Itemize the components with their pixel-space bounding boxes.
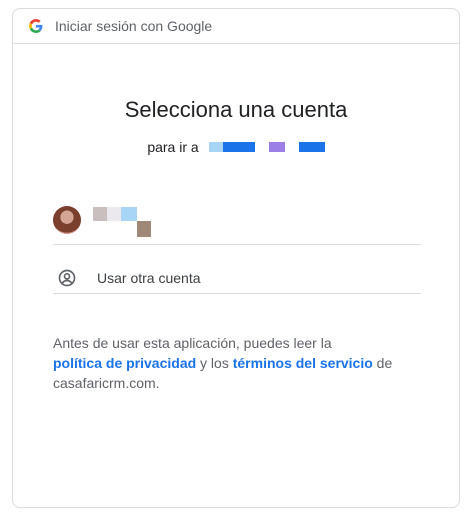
disclaimer-domain: casafaricrm.com.	[53, 375, 160, 391]
google-g-icon	[29, 19, 43, 33]
subtitle-prefix: para ir a	[147, 139, 199, 155]
account-circle-icon	[58, 269, 76, 287]
use-another-account-button[interactable]: Usar otra cuenta	[53, 254, 421, 302]
use-another-account-label: Usar otra cuenta	[97, 270, 201, 286]
header: Iniciar sesión con Google	[13, 9, 459, 44]
divider	[53, 293, 421, 294]
disclaimer-text: Antes de usar esta aplicación, puedes le…	[53, 335, 332, 351]
privacy-policy-link[interactable]: política de privacidad	[53, 355, 196, 371]
redacted-account-info	[93, 202, 163, 238]
user-avatar	[53, 206, 81, 234]
terms-of-service-link[interactable]: términos del servicio	[233, 355, 373, 371]
divider	[53, 244, 421, 245]
subtitle: para ir a	[13, 139, 459, 155]
redacted-app-name	[208, 142, 325, 152]
header-title: Iniciar sesión con Google	[55, 18, 213, 34]
disclaimer-text: y los	[196, 355, 233, 371]
disclaimer-text: de	[372, 355, 393, 371]
account-item[interactable]	[53, 195, 421, 245]
sign-in-card: Iniciar sesión con Google Selecciona una…	[12, 8, 460, 508]
disclaimer: Antes de usar esta aplicación, puedes le…	[53, 333, 423, 393]
page-title: Selecciona una cuenta	[124, 97, 348, 122]
